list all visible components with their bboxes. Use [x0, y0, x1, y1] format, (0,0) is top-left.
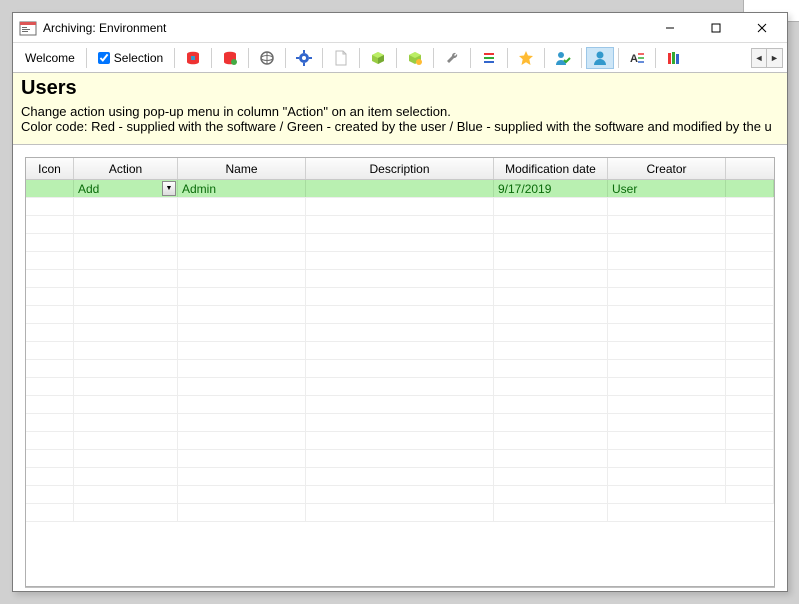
header-line-1: Change action using pop-up menu in colum…: [21, 104, 779, 119]
toolbar-icon-wrench[interactable]: [438, 47, 466, 69]
toolbar-icon-gear[interactable]: [290, 47, 318, 69]
col-creator[interactable]: Creator: [608, 158, 726, 179]
toolbar-icon-star[interactable]: [512, 47, 540, 69]
col-icon[interactable]: Icon: [26, 158, 74, 179]
toolbar-icon-db-red[interactable]: [179, 47, 207, 69]
col-action[interactable]: Action: [74, 158, 178, 179]
header-line-2: Color code: Red - supplied with the soft…: [21, 119, 779, 134]
tab-selection[interactable]: Selection: [91, 47, 170, 69]
grid-body: Add ▼ Admin 9/17/2019 User: [26, 180, 774, 586]
cell-action[interactable]: Add ▼: [74, 180, 178, 197]
selection-label: Selection: [114, 51, 163, 65]
toolbar-icon-list[interactable]: [475, 47, 503, 69]
tab-welcome[interactable]: Welcome: [18, 47, 82, 69]
toolbar-icon-db-red-2[interactable]: [216, 47, 244, 69]
minimize-button[interactable]: [647, 13, 693, 42]
grid-header: Icon Action Name Description Modificatio…: [26, 158, 774, 180]
page-title: Users: [21, 77, 779, 100]
app-icon: [19, 19, 37, 37]
cell-date: 9/17/2019: [494, 180, 608, 197]
col-date[interactable]: Modification date: [494, 158, 608, 179]
toolbar-icon-cube-1[interactable]: [364, 47, 392, 69]
cell-action-value: Add: [78, 182, 99, 196]
window: Archiving: Environment Welcome Selection: [12, 12, 788, 592]
selection-checkbox[interactable]: [98, 52, 110, 64]
toolbar-icon-user[interactable]: [586, 47, 614, 69]
col-description[interactable]: Description: [306, 158, 494, 179]
header-band: Users Change action using pop-up menu in…: [13, 73, 787, 145]
col-name[interactable]: Name: [178, 158, 306, 179]
toolbar-icon-cube-2[interactable]: [401, 47, 429, 69]
toolbar-icon-user-check[interactable]: [549, 47, 577, 69]
cell-name: Admin: [178, 180, 306, 197]
toolbar-icon-document[interactable]: [327, 47, 355, 69]
window-title: Archiving: Environment: [43, 21, 166, 35]
toolbar-icon-a-lines[interactable]: A: [623, 47, 651, 69]
maximize-button[interactable]: [693, 13, 739, 42]
toolbar-scroll-right[interactable]: ►: [767, 48, 783, 68]
toolbar-icon-books[interactable]: [660, 47, 688, 69]
close-button[interactable]: [739, 13, 785, 42]
cell-icon: [26, 180, 74, 197]
titlebar: Archiving: Environment: [13, 13, 787, 43]
svg-text:A: A: [630, 53, 638, 65]
toolbar-scroll-left[interactable]: ◄: [751, 48, 767, 68]
cell-creator: User: [608, 180, 726, 197]
wizard-footer: Previous Next Finish Cancel: [25, 587, 775, 591]
action-dropdown-icon[interactable]: ▼: [162, 181, 176, 196]
users-grid: Icon Action Name Description Modificatio…: [25, 157, 775, 587]
table-row[interactable]: Add ▼ Admin 9/17/2019 User: [26, 180, 774, 198]
toolbar-scroll: ◄ ►: [751, 48, 783, 68]
cell-description: [306, 180, 494, 197]
toolbar: Welcome Selection: [13, 43, 787, 73]
toolbar-icon-globe[interactable]: [253, 47, 281, 69]
